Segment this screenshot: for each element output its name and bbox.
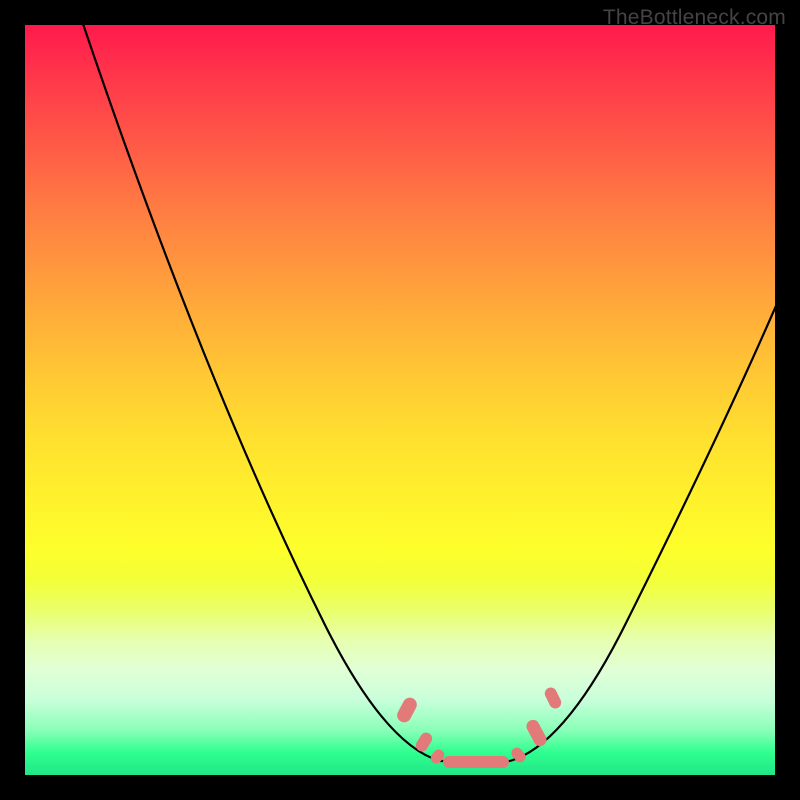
watermark-text: TheBottleneck.com — [603, 6, 786, 30]
curve-bead — [509, 745, 528, 764]
curve-bead — [395, 695, 420, 725]
curve-bead — [543, 685, 563, 710]
curve-left-branch — [80, 25, 440, 761]
curve-bead-flat — [443, 756, 509, 768]
curve-bead — [414, 730, 435, 753]
chart-frame: TheBottleneck.com — [0, 0, 800, 800]
plot-area — [25, 25, 775, 775]
bottleneck-curve — [25, 25, 775, 775]
curve-bead — [524, 718, 549, 749]
